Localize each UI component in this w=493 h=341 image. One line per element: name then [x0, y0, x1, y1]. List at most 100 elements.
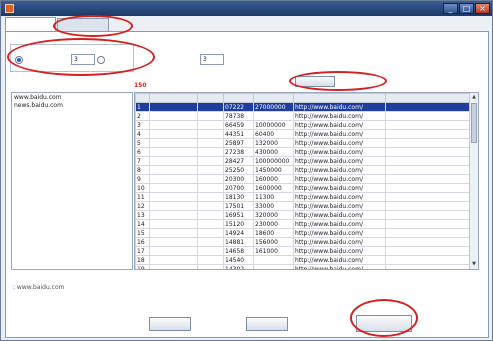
table-row[interactable]: 5 25897 132000 http://www.baidu.com/ [135, 138, 470, 148]
scroll-down-icon[interactable]: ▼ [470, 260, 478, 269]
table-cell [385, 201, 470, 211]
table-row[interactable]: 7 28427 100000000 http://www.baidu.com/ [135, 156, 470, 166]
table-cell: 5 [135, 138, 150, 148]
table-cell: http://www.baidu.com/ [293, 102, 386, 112]
tab-0[interactable] [5, 17, 56, 31]
close-button[interactable]: × [475, 3, 490, 14]
scroll-up-icon[interactable]: ▲ [470, 93, 478, 102]
table-cell: 14540 [223, 255, 254, 265]
table-row[interactable]: 13 16951 320000 http://www.baidu.com/ [135, 210, 470, 220]
keyword-footer: : www.baidu.com [13, 284, 65, 291]
table-cell: 17501 [223, 201, 254, 211]
table-cell [197, 246, 224, 256]
table-cell [149, 255, 198, 265]
table-cell: 25250 [223, 165, 254, 175]
interval-stepper[interactable]: 3 [200, 54, 224, 65]
stop-button[interactable] [246, 317, 288, 331]
table-cell [385, 255, 470, 265]
table-cell [149, 147, 198, 157]
results-table: 1 07222 27000000 http://www.baidu.com/2 7873… [134, 92, 479, 270]
start-button[interactable] [149, 317, 191, 331]
table-cell [197, 174, 224, 184]
table-cell [197, 147, 224, 157]
table-cell: 3 [135, 120, 150, 130]
table-cell: http://www.baidu.com/ [293, 156, 386, 166]
table-cell: 161000 [253, 246, 294, 256]
table-cell [385, 246, 470, 256]
radio-dot [97, 56, 105, 64]
table-cell: 12 [135, 201, 150, 211]
table-cell: 66459 [223, 120, 254, 130]
table-cell: 18600 [253, 228, 294, 238]
tab-1[interactable] [57, 18, 109, 31]
table-cell [197, 111, 224, 121]
table-cell: http://www.baidu.com/ [293, 183, 386, 193]
table-row[interactable]: 11 18130 11300 http://www.baidu.com/ [135, 192, 470, 202]
table-cell: 11 [135, 192, 150, 202]
app-icon [5, 4, 14, 13]
table-cell [385, 228, 470, 238]
table-cell: 27000000 [253, 102, 294, 112]
table-row[interactable]: 19 14302 http://www.baidu.com/ [135, 264, 470, 269]
radio-pages[interactable] [15, 56, 24, 65]
table-cell: 60400 [253, 129, 294, 139]
table-row[interactable]: 1 07222 27000000 http://www.baidu.com/ [135, 102, 470, 112]
table-cell [385, 156, 470, 166]
table-row[interactable]: 8 25250 1450000 http://www.baidu.com/ [135, 165, 470, 175]
col-header[interactable] [135, 93, 150, 103]
table-row[interactable]: 10 20700 1600000 http://www.baidu.com/ [135, 183, 470, 193]
table-cell: 1600000 [253, 183, 294, 193]
col-header[interactable] [385, 93, 470, 103]
radio-all[interactable] [97, 56, 106, 65]
table-row[interactable]: 9 20300 160000 http://www.baidu.com/ [135, 174, 470, 184]
table-row[interactable]: 16 14881 156000 http://www.baidu.com/ [135, 237, 470, 247]
refresh-button[interactable] [295, 76, 335, 87]
table-cell [149, 111, 198, 121]
table-cell: 18 [135, 255, 150, 265]
table-row[interactable]: 15 14924 18600 http://www.baidu.com/ [135, 228, 470, 238]
table-cell: 17 [135, 246, 150, 256]
table-row[interactable]: 14 15120 230000 http://www.baidu.com/ [135, 219, 470, 229]
table-cell [149, 129, 198, 139]
table-cell [149, 138, 198, 148]
table-cell: 20700 [223, 183, 254, 193]
table-cell [385, 264, 470, 269]
table-cell: http://www.baidu.com/ [293, 219, 386, 229]
table-row[interactable]: 4 44351 60400 http://www.baidu.com/ [135, 129, 470, 139]
table-cell: 430000 [253, 147, 294, 157]
table-cell: 18130 [223, 192, 254, 202]
vertical-scrollbar[interactable]: ▲ ▼ [469, 93, 478, 269]
table-cell [385, 102, 470, 112]
table-row[interactable]: 17 14658 161000 http://www.baidu.com/ [135, 246, 470, 256]
table-row[interactable]: 3 66459 10000000 http://www.baidu.com/ [135, 120, 470, 130]
table-cell: 44351 [223, 129, 254, 139]
col-header[interactable] [223, 93, 254, 103]
col-header[interactable] [197, 93, 224, 103]
pages-stepper[interactable]: 3 [71, 54, 95, 65]
table-cell: 07222 [223, 102, 254, 112]
table-cell: 100000000 [253, 156, 294, 166]
title-bar[interactable]: _ □ × [1, 1, 492, 16]
table-cell [385, 111, 470, 121]
col-header[interactable] [149, 93, 198, 103]
table-cell [197, 192, 224, 202]
export-button[interactable] [356, 315, 412, 332]
table-cell [253, 111, 294, 121]
table-row[interactable]: 6 27238 430000 http://www.baidu.com/ [135, 147, 470, 157]
table-row[interactable]: 2 78738 http://www.baidu.com/ [135, 111, 470, 121]
minimize-button[interactable]: _ [443, 3, 458, 14]
table-cell: 28427 [223, 156, 254, 166]
table-row[interactable]: 18 14540 http://www.baidu.com/ [135, 255, 470, 265]
table-cell [149, 228, 198, 238]
table-cell: 132000 [253, 138, 294, 148]
col-header[interactable] [253, 93, 294, 103]
table-cell [149, 264, 198, 269]
table-cell [197, 129, 224, 139]
keyword-input[interactable]: www.baidu.com news.baidu.com [11, 92, 133, 270]
table-cell: 2 [135, 111, 150, 121]
col-header[interactable] [293, 93, 386, 103]
maximize-button[interactable]: □ [459, 3, 474, 14]
table-row[interactable]: 12 17501 33000 http://www.baidu.com/ [135, 201, 470, 211]
table-cell: 16 [135, 237, 150, 247]
scroll-thumb[interactable] [471, 103, 477, 143]
